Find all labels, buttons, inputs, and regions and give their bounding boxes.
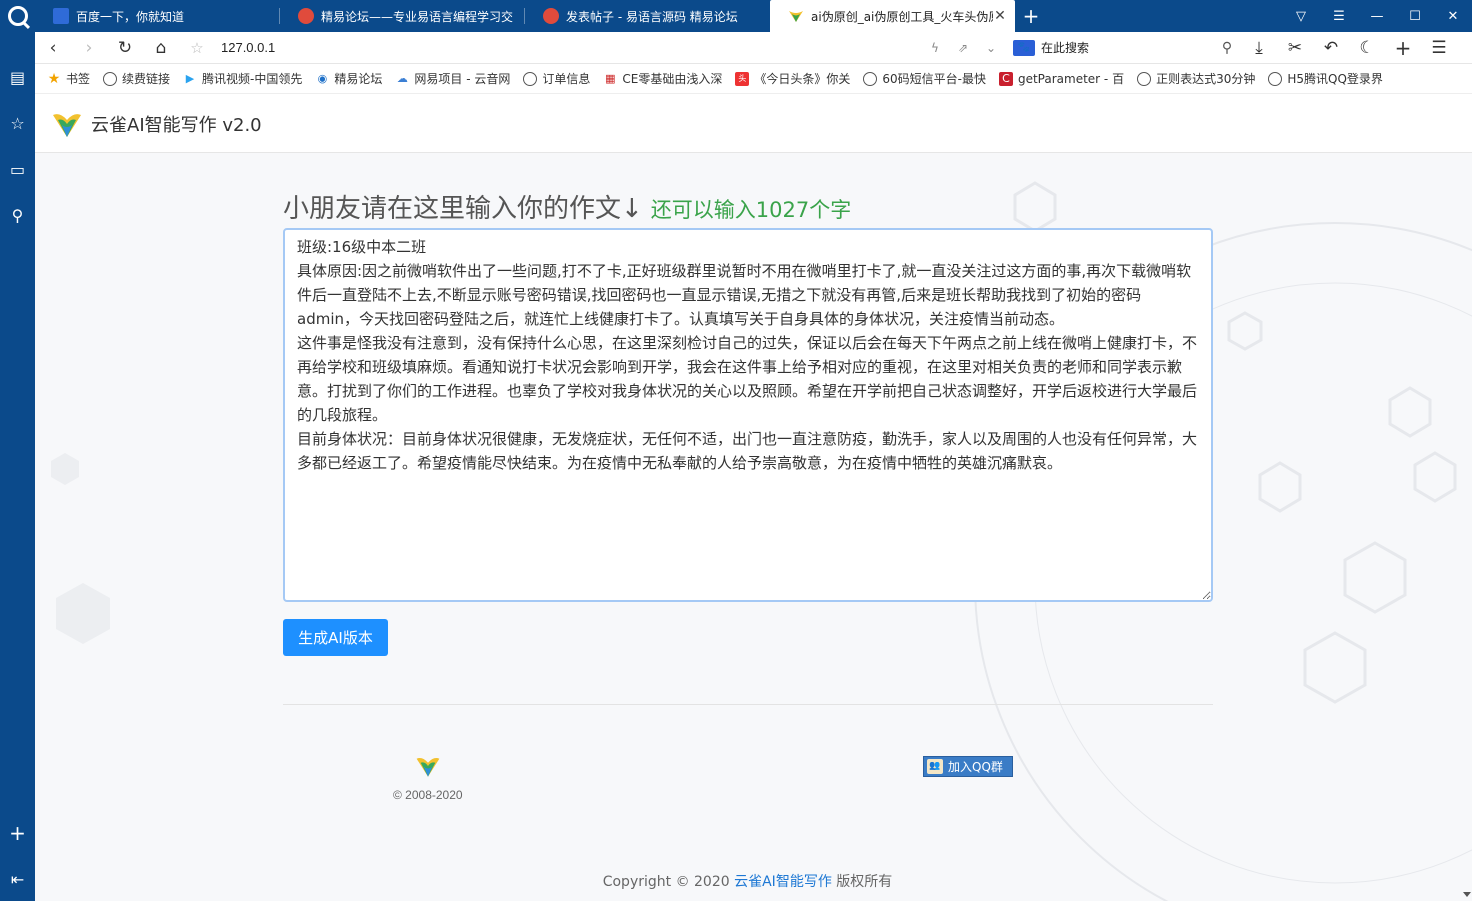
reload-icon[interactable]: ↻ [107, 32, 143, 64]
browser-logo-icon[interactable] [0, 0, 35, 32]
essay-textarea[interactable]: 班级:16级中本二班 具体原因:因之前微哨软件出了一些问题,打不了卡,正好班级群… [283, 228, 1213, 602]
yunque-logo-icon[interactable] [51, 108, 83, 140]
jingyi-favicon-icon [298, 8, 314, 24]
home-icon[interactable]: ⌂ [143, 32, 179, 64]
footer-years: © 2008-2020 [393, 788, 463, 802]
close-tab-icon[interactable]: ✕ [993, 8, 1007, 24]
tab-label: 精易论坛——专业易语言编程学习交 [321, 9, 514, 24]
bookmark-star-icon[interactable]: ☆ [179, 32, 215, 64]
news-icon[interactable]: ▤ [0, 62, 35, 92]
copyright-link[interactable]: 云雀AI智能写作 [734, 874, 832, 890]
bookmark-item[interactable]: ☁ 网易项目 - 云音网 [395, 70, 510, 87]
divider [283, 704, 1213, 705]
yunque-favicon-icon [789, 11, 803, 22]
lightning-icon[interactable]: ϟ [921, 32, 949, 64]
night-mode-icon[interactable]: ☾ [1349, 32, 1385, 64]
jingyi-favicon-icon [543, 8, 559, 24]
eye-icon: ◉ [317, 72, 328, 85]
baidu-engine-icon[interactable]: 🐾 [1013, 39, 1035, 56]
address-toolbar: ‹ › ↻ ⌂ ☆ 127.0.0.1 ϟ ⇗ ⌄ 🐾 在此搜索 ⚲ ⤓ ✂ ↶… [35, 32, 1472, 64]
add-icon[interactable]: + [1385, 32, 1421, 64]
tab-label: 发表帖子 - 易语言源码 精易论坛 [566, 9, 738, 24]
search-icon[interactable]: ⚲ [0, 200, 35, 230]
prompt-row: 小朋友请在这里输入你的作文↓ 还可以输入1027个字 [283, 188, 851, 225]
bookmark-item[interactable]: 60码短信平台-最快 [863, 70, 986, 87]
site-header: 云雀AI智能写作 v2.0 [35, 95, 1472, 153]
menu-icon[interactable]: ☰ [1421, 32, 1457, 64]
generate-ai-button[interactable]: 生成AI版本 [283, 619, 388, 656]
scroll-down-icon[interactable] [1463, 892, 1471, 897]
qq-group-icon: 👥 [927, 759, 943, 774]
search-box[interactable]: 🐾 在此搜索 [1013, 32, 1213, 64]
chevron-down-icon[interactable]: ⌄ [977, 32, 1005, 64]
page-viewport: 云雀AI智能写作 v2.0 小朋友请在这里输入你的作文↓ 还可以输入1027个字… [35, 95, 1472, 901]
globe-icon [103, 71, 118, 86]
left-sidebar: ▤ ☆ ▭ ⚲ + ⇤ [0, 32, 35, 901]
bookmark-item[interactable]: ★ 书签 [47, 70, 90, 87]
globe-icon [1268, 71, 1283, 86]
collapse-sidebar-icon[interactable]: ⇤ [0, 864, 35, 894]
minimize-icon[interactable]: — [1358, 0, 1396, 32]
prompt-title: 小朋友请在这里输入你的作文↓ [283, 194, 643, 224]
qq-button-label: 加入QQ群 [948, 760, 1003, 774]
forward-icon[interactable]: › [71, 32, 107, 64]
grid-icon: ▦ [605, 72, 616, 85]
play-icon: ▶ [185, 72, 195, 85]
c-icon: C [998, 71, 1013, 86]
bookmark-item[interactable]: ▦ CE零基础由浅入深 [603, 70, 722, 87]
scrollbar[interactable] [1462, 153, 1472, 901]
bookmark-item[interactable]: 正则表达式30分钟 [1137, 70, 1255, 87]
tab-label: 百度一下，你就知道 [76, 9, 185, 24]
download-icon[interactable]: ⤓ [1241, 32, 1277, 64]
bookmark-item[interactable]: 头《今日头条》你关 [735, 70, 850, 87]
site-title[interactable]: 云雀AI智能写作 v2.0 [91, 111, 262, 137]
globe-icon [863, 71, 878, 86]
address-input[interactable]: 127.0.0.1 [221, 40, 921, 55]
char-remaining-counter: 还可以输入1027个字 [650, 198, 852, 222]
bookmark-item[interactable]: CgetParameter - 百 [998, 70, 1124, 87]
tab-baidu[interactable]: 百度一下，你就知道 [35, 0, 280, 32]
reader-book-icon[interactable]: ▭ [0, 154, 35, 184]
menu-icon[interactable]: ☰ [1320, 0, 1358, 32]
news-icon: 头 [735, 71, 750, 86]
bookmark-item[interactable]: 续费链接 [103, 70, 170, 87]
search-icon[interactable]: ⚲ [1213, 32, 1241, 64]
close-window-icon[interactable]: ✕ [1434, 0, 1472, 32]
tab-jingyi-forum[interactable]: 精易论坛——专业易语言编程学习交 [280, 0, 525, 32]
cloud-icon: ☁ [396, 72, 408, 85]
add-icon[interactable]: + [0, 818, 35, 848]
skin-icon[interactable]: ▽ [1282, 0, 1320, 32]
cut-icon[interactable]: ✂ [1277, 32, 1313, 64]
title-bar: 百度一下，你就知道 精易论坛——专业易语言编程学习交 发表帖子 - 易语言源码 … [0, 0, 1472, 32]
search-input[interactable]: 在此搜索 [1041, 39, 1089, 56]
bookmark-item[interactable]: ◉ 精易论坛 [315, 70, 383, 87]
new-tab-icon[interactable]: + [1015, 0, 1047, 32]
maximize-icon[interactable]: ☐ [1396, 0, 1434, 32]
undo-icon[interactable]: ↶ [1313, 32, 1349, 64]
join-qq-group-button[interactable]: 👥 加入QQ群 [923, 756, 1013, 777]
globe-icon [1137, 71, 1152, 86]
star-icon: ★ [47, 70, 61, 87]
tab-post-thread[interactable]: 发表帖子 - 易语言源码 精易论坛 [525, 0, 770, 32]
back-icon[interactable]: ‹ [35, 32, 71, 64]
tab-label: ai伪原创_ai伪原创工具_火车头伪原 [811, 9, 993, 24]
bookmark-item[interactable]: 订单信息 [523, 70, 590, 87]
bookmark-item[interactable]: ▶ 腾讯视频-中国领先 [183, 70, 303, 87]
globe-icon [523, 71, 538, 86]
bookmarks-bar: ★ 书签 续费链接 ▶ 腾讯视频-中国领先 ◉ 精易论坛 ☁ 网易项目 - 云音网 订单… [35, 64, 1472, 94]
bookmark-item[interactable]: H5腾讯QQ登录界 [1268, 70, 1383, 87]
share-icon[interactable]: ⇗ [949, 32, 977, 64]
favorites-star-icon[interactable]: ☆ [0, 108, 35, 138]
tab-ai-rewrite[interactable]: ai伪原创_ai伪原创工具_火车头伪原 ✕ [770, 0, 1015, 32]
yunque-logo-icon [416, 758, 440, 777]
copyright: Copyright © 2020 云雀AI智能写作 版权所有 [602, 874, 893, 890]
baidu-favicon-icon [53, 8, 69, 24]
